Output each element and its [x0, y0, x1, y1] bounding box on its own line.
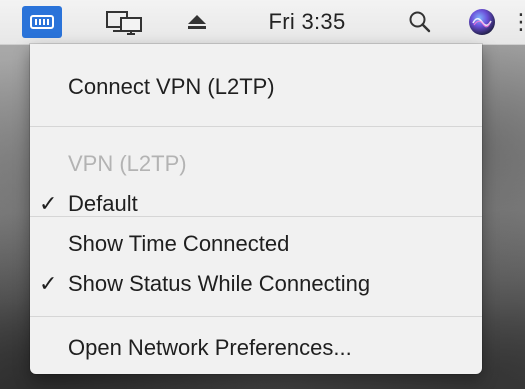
menu-section-header-vpn: VPN (L2TP) — [30, 144, 482, 184]
displays-icon — [106, 11, 142, 35]
siri-icon — [469, 9, 495, 35]
menu-item-connect-vpn[interactable]: Connect VPN (L2TP) — [30, 67, 482, 107]
checkmark-icon: ✓ — [39, 271, 58, 296]
menu-item-default-config[interactable]: ✓ Default — [30, 184, 482, 224]
menu-separator — [30, 126, 482, 127]
siri-button[interactable] — [462, 0, 502, 44]
menu-item-label: VPN (L2TP) — [68, 151, 187, 176]
checkmark-icon: ✓ — [39, 191, 58, 216]
menu-item-label: Show Time Connected — [68, 231, 290, 256]
spotlight-button[interactable] — [402, 0, 438, 44]
eject-icon — [188, 15, 206, 29]
menu-item-show-status-connecting[interactable]: ✓ Show Status While Connecting — [30, 264, 482, 304]
menu-item-show-time-connected[interactable]: Show Time Connected — [30, 224, 482, 264]
displays-menu-extra[interactable] — [104, 0, 146, 44]
vpn-dropdown-menu: Connect VPN (L2TP) VPN (L2TP) ✓ Default … — [30, 44, 482, 374]
vpn-status-icon — [30, 15, 54, 29]
menu-item-label: Default — [68, 191, 138, 216]
menu-bar: Fri 3:35 ⋮ — [0, 0, 525, 45]
menu-item-label: Open Network Preferences... — [68, 335, 352, 360]
menubar-overflow[interactable]: ⋮ — [510, 0, 525, 44]
menu-item-label: Connect VPN (L2TP) — [68, 74, 275, 99]
eject-menu-extra[interactable] — [182, 0, 212, 44]
screen: Fri 3:35 ⋮ Connect VPN (L2TP) VPN (L2TP)… — [0, 0, 525, 389]
menu-separator — [30, 216, 482, 217]
menubar-clock[interactable]: Fri 3:35 — [252, 0, 362, 44]
menu-separator — [30, 316, 482, 317]
menu-item-label: Show Status While Connecting — [68, 271, 371, 296]
menu-item-open-network-preferences[interactable]: Open Network Preferences... — [30, 328, 482, 368]
vpn-status-menu-extra[interactable] — [22, 6, 62, 38]
search-icon — [409, 11, 431, 33]
